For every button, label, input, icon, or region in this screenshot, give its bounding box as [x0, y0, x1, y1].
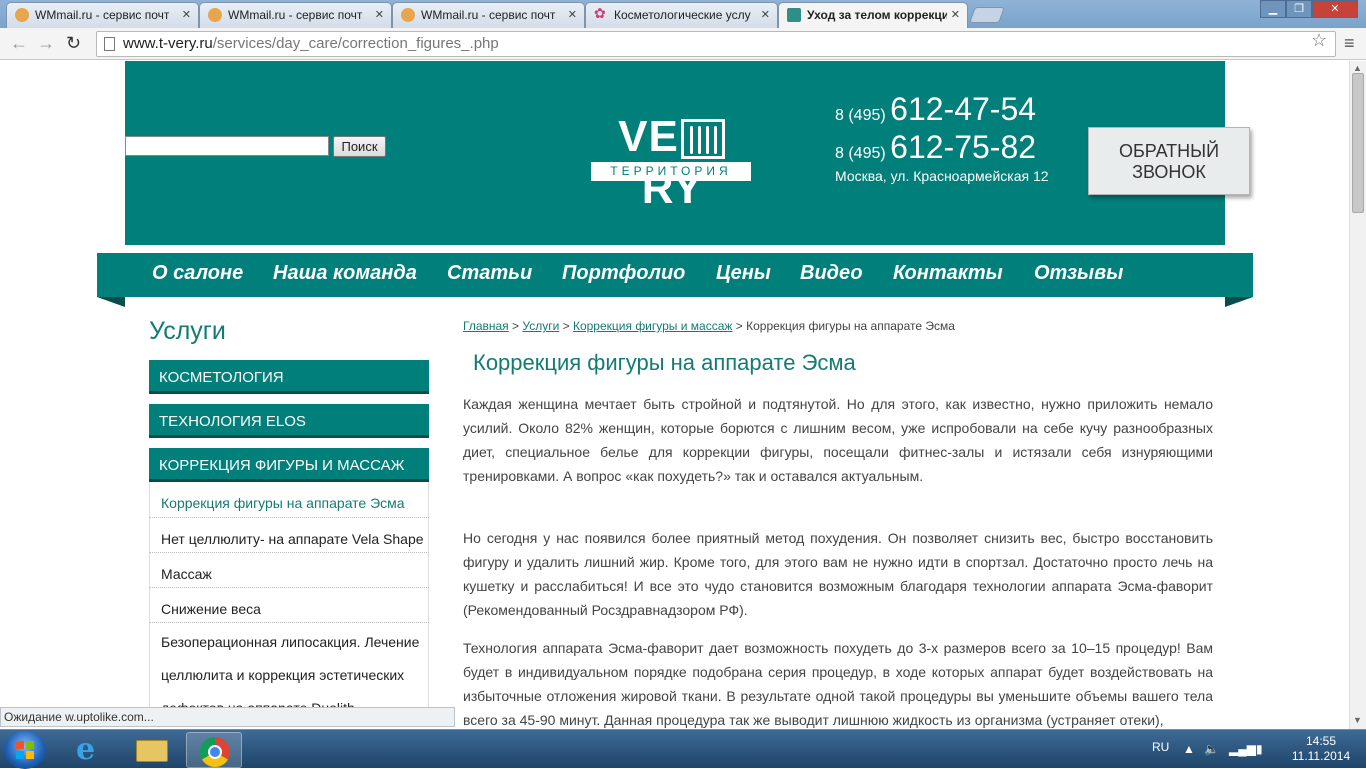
forward-arrow-icon[interactable]: → — [37, 33, 55, 54]
browser-tab[interactable]: ✿ Косметологические услу ✕ — [585, 2, 778, 28]
nav-item-prices[interactable]: Цены — [716, 262, 771, 285]
scroll-thumb[interactable] — [1352, 73, 1364, 213]
phone-number: 8 (495) 612-47-54 — [835, 91, 1037, 127]
nav-item-articles[interactable]: Статьи — [447, 262, 532, 285]
nav-item-about[interactable]: О салоне — [152, 262, 243, 285]
new-tab-button[interactable] — [969, 7, 1005, 23]
flower-favicon-icon: ✿ — [594, 5, 606, 21]
scroll-down-arrow-icon[interactable]: ▼ — [1353, 715, 1362, 725]
browser-tab[interactable]: WMmail.ru - сервис почт ✕ — [6, 2, 199, 28]
close-tab-icon[interactable]: ✕ — [182, 8, 191, 21]
windows-logo-icon — [16, 741, 34, 759]
logo-mark-icon — [680, 119, 725, 160]
tab-strip: WMmail.ru - сервис почт ✕ WMmail.ru - се… — [0, 0, 1366, 28]
wmmail-favicon-icon — [401, 8, 415, 22]
breadcrumb-services[interactable]: Услуги — [522, 319, 559, 333]
sidebar-title: Услуги — [149, 317, 226, 345]
clock-date: 11.11.2014 — [1291, 749, 1351, 763]
category-body-correction[interactable]: КОРРЕКЦИЯ ФИГУРЫ И МАССАЖ — [149, 448, 429, 482]
bookmark-star-icon[interactable]: ☆ — [1311, 30, 1327, 51]
battery-icon[interactable]: ▮ — [1256, 742, 1263, 756]
article-paragraph: Каждая женщина мечтает быть стройной и п… — [463, 396, 1213, 484]
status-bar: Ожидание w.uptolike.com... — [0, 707, 455, 727]
taskbar-windows-explorer[interactable] — [124, 732, 180, 768]
url-host: www.t-very.ru — [123, 35, 213, 52]
nav-item-team[interactable]: Наша команда — [273, 262, 417, 285]
page-viewport: Поиск VE RY ТЕРРИТОРИЯ 8 (495) 612-47-54 … — [0, 61, 1349, 729]
article-paragraph: Технология аппарата Эсма-фаворит дает во… — [463, 640, 1213, 728]
article-paragraph: Но сегодня у нас появился более приятный… — [463, 530, 1213, 618]
page-title: Коррекция фигуры на аппарате Эсма — [473, 350, 856, 375]
page-icon — [104, 37, 115, 51]
search-button[interactable]: Поиск — [333, 136, 386, 157]
nav-item-reviews[interactable]: Отзывы — [1034, 262, 1123, 285]
breadcrumb-current: Коррекция фигуры на аппарате Эсма — [746, 319, 955, 333]
internet-explorer-icon: e — [76, 732, 96, 767]
breadcrumb-category[interactable]: Коррекция фигуры и массаж — [573, 319, 732, 333]
sidebar-item-massage[interactable]: Массаж — [149, 553, 429, 588]
sidebar-item-weight-loss[interactable]: Снижение веса — [149, 588, 429, 623]
clock[interactable]: 14:55 11.11.2014 — [1290, 734, 1352, 764]
folder-icon — [136, 740, 168, 762]
category-cosmetology[interactable]: КОСМЕТОЛОГИЯ — [149, 360, 429, 394]
scroll-up-arrow-icon[interactable]: ▲ — [1353, 63, 1362, 73]
network-signal-icon[interactable]: ▂▄▆ — [1229, 742, 1256, 756]
page-scrollbar[interactable]: ▲ ▼ — [1349, 61, 1366, 729]
language-indicator[interactable]: RU — [1152, 740, 1169, 754]
nav-item-portfolio[interactable]: Портфолио — [562, 262, 685, 285]
breadcrumb: Главная > Услуги > Коррекция фигуры и ма… — [463, 319, 955, 333]
show-hidden-icons-icon[interactable]: ▲ — [1183, 742, 1195, 756]
close-tab-icon[interactable]: ✕ — [568, 8, 577, 21]
menu-icon[interactable]: ≡ — [1344, 33, 1355, 54]
callback-button[interactable]: ОБРАТНЫЙ ЗВОНОК — [1088, 127, 1250, 195]
breadcrumb-home[interactable]: Главная — [463, 319, 509, 333]
taskbar: e RU ▲ 🔈 ▂▄▆ ▮ 14:55 11.11.2014 — [0, 729, 1366, 769]
close-tab-icon[interactable]: ✕ — [761, 8, 770, 21]
sidebar-item-liposuction[interactable]: Безоперационная липосакция. Лечение целл… — [149, 623, 429, 713]
back-arrow-icon[interactable]: ← — [10, 33, 28, 54]
nav-item-contacts[interactable]: Контакты — [893, 262, 1003, 285]
reload-icon[interactable]: ↻ — [66, 33, 81, 54]
minimize-button[interactable]: ▁ — [1260, 0, 1286, 18]
nav-item-video[interactable]: Видео — [800, 262, 863, 285]
tab-title: Косметологические услу — [614, 8, 751, 22]
clock-time: 14:55 — [1305, 734, 1337, 748]
tab-title: WMmail.ru - сервис почт — [228, 8, 363, 22]
close-tab-icon[interactable]: ✕ — [375, 8, 384, 21]
tvery-favicon-icon — [787, 8, 801, 22]
taskbar-google-chrome[interactable] — [186, 732, 242, 768]
logo[interactable]: VE RY ТЕРРИТОРИЯ — [590, 111, 755, 213]
close-window-button[interactable]: ✕ — [1312, 0, 1358, 18]
browser-toolbar: ← → ↻ www.t-very.ru/services/day_care/co… — [0, 28, 1366, 60]
wmmail-favicon-icon — [15, 8, 29, 22]
logo-subtitle: ТЕРРИТОРИЯ — [591, 162, 751, 181]
phone-number: 8 (495) 612-75-82 — [835, 129, 1037, 165]
wmmail-favicon-icon — [208, 8, 222, 22]
main-nav: О салоне Наша команда Статьи Портфолио Ц… — [97, 253, 1253, 307]
start-button[interactable] — [4, 731, 46, 769]
sidebar-item-esma[interactable]: Коррекция фигуры на аппарате Эсма — [149, 482, 429, 518]
browser-tab[interactable]: WMmail.ru - сервис почт ✕ — [199, 2, 392, 28]
browser-tab[interactable]: WMmail.ru - сервис почт ✕ — [392, 2, 585, 28]
address: Москва, ул. Красноармейская 12 — [835, 168, 1049, 184]
chrome-icon — [200, 737, 230, 767]
sidebar-item-vela-shape[interactable]: Нет целлюлиту- на аппарате Vela Shape — [149, 518, 429, 553]
volume-icon[interactable]: 🔈 — [1204, 742, 1219, 756]
tab-title: WMmail.ru - сервис почт — [35, 8, 170, 22]
maximize-button[interactable]: ❐ — [1286, 0, 1312, 18]
browser-tab-active[interactable]: Уход за телом коррекция ✕ — [778, 2, 968, 28]
tab-title: WMmail.ru - сервис почт — [421, 8, 556, 22]
taskbar-internet-explorer[interactable]: e — [62, 732, 118, 768]
address-bar[interactable]: www.t-very.ru/services/day_care/correcti… — [96, 31, 1336, 57]
close-tab-icon[interactable]: ✕ — [951, 8, 960, 21]
tab-title: Уход за телом коррекция — [807, 8, 947, 22]
url-path: /services/day_care/correction_figures_.p… — [212, 35, 499, 52]
category-elos[interactable]: ТЕХНОЛОГИЯ ELOS — [149, 404, 429, 438]
search-input[interactable] — [125, 136, 329, 156]
